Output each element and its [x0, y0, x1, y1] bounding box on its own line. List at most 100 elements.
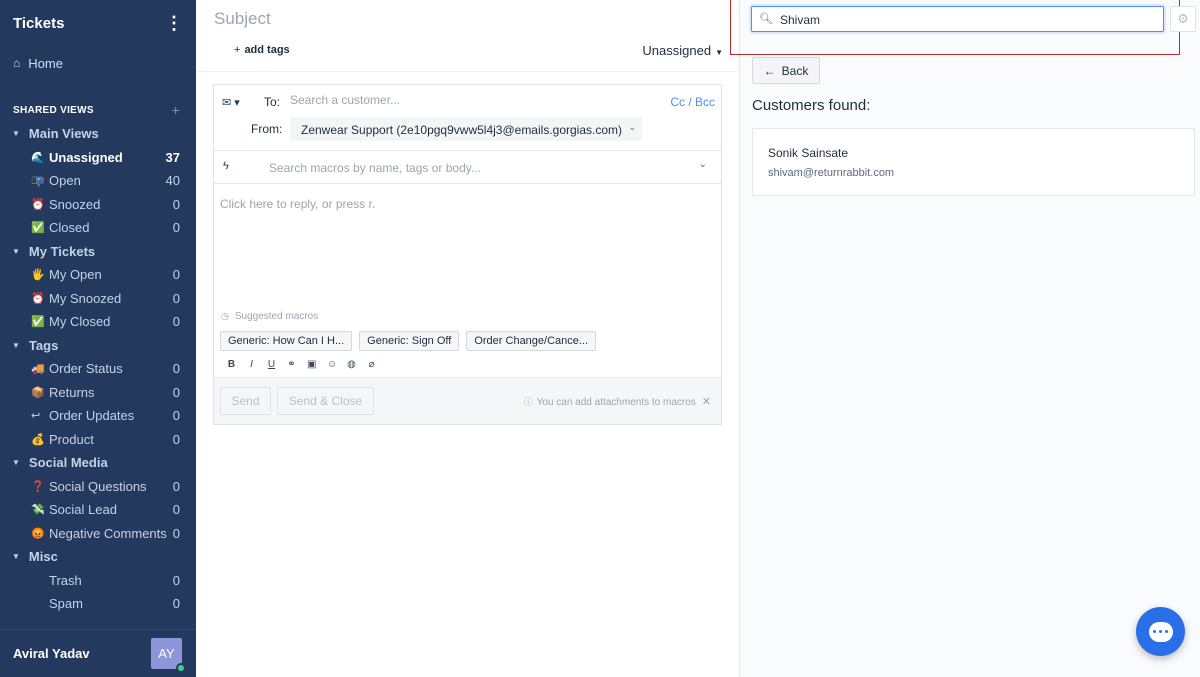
add-tags-label: add tags	[244, 44, 290, 56]
reply-body[interactable]: Click here to reply, or press r.	[220, 197, 375, 211]
cc-bcc-link[interactable]: Cc / Bcc	[670, 95, 715, 109]
close-icon[interactable]: ✕	[702, 396, 711, 408]
caret-down-icon: ▼	[12, 129, 20, 139]
sidebar-item-product[interactable]: 💰 Product 0	[0, 428, 196, 452]
sidebar-item-count: 37	[165, 149, 180, 165]
chevron-down-icon: ⌄	[628, 122, 636, 132]
more-options-icon[interactable]: ⋮	[165, 14, 183, 32]
view-emoji-icon: 💸	[31, 504, 45, 517]
macro-chip[interactable]: Order Change/Cance...	[466, 331, 597, 351]
sidebar-group[interactable]: ▼ Main Views	[0, 122, 196, 146]
gear-icon[interactable]: ⚙	[1170, 6, 1196, 32]
sidebar-item-count: 40	[165, 173, 180, 189]
view-emoji-icon: ⏰	[31, 292, 45, 305]
online-status-icon	[176, 663, 186, 673]
sidebar-item-returns[interactable]: 📦 Returns 0	[0, 381, 196, 405]
sidebar-item-count: 0	[172, 478, 180, 494]
sidebar-item-count: 0	[172, 220, 180, 236]
macro-search-input[interactable]: Search macros by name, tags or body...	[269, 161, 481, 175]
sidebar-group-label: Tags	[28, 337, 59, 353]
emoji-icon[interactable]: ☺	[327, 359, 337, 370]
sidebar-item-label: Trash	[49, 572, 82, 588]
sidebar-item-trash[interactable]: Trash 0	[0, 569, 196, 593]
user-name[interactable]: Aviral Yadav	[13, 646, 90, 661]
view-emoji-icon: 🚚	[31, 363, 45, 376]
sidebar-item-my-open[interactable]: 🖐 My Open 0	[0, 263, 196, 287]
macro-chip[interactable]: Generic: Sign Off	[359, 331, 460, 351]
sidebar-item-closed[interactable]: ✅ Closed 0	[0, 216, 196, 240]
avatar-initials: AY	[158, 646, 175, 661]
attachment-icon[interactable]: ⌀	[367, 359, 376, 370]
sidebar-item-count: 0	[172, 290, 180, 306]
view-emoji-icon: 😡	[31, 527, 45, 540]
sidebar-item-social-lead[interactable]: 💸 Social Lead 0	[0, 498, 196, 522]
sidebar-item-my-snoozed[interactable]: ⏰ My Snoozed 0	[0, 287, 196, 311]
sidebar-group-label: My Tickets	[28, 243, 96, 259]
sidebar-group[interactable]: ▼ My Tickets	[0, 240, 196, 264]
chat-widget-button[interactable]	[1136, 607, 1185, 656]
customer-search-input[interactable]: Search a customer...	[290, 93, 400, 107]
back-button[interactable]: ← Back	[752, 57, 820, 84]
sidebar-group[interactable]: ▼ Tags	[0, 334, 196, 358]
sidebar-item-label: Unassigned	[49, 149, 123, 165]
shared-views-header: SHARED VIEWS +	[0, 98, 196, 122]
customer-result-card[interactable]: Sonik Sainsate shivam@returnrabbit.com	[752, 128, 1195, 196]
sidebar-item-label: My Snoozed	[49, 290, 122, 306]
sidebar-item-order-status[interactable]: 🚚 Order Status 0	[0, 357, 196, 381]
link-icon[interactable]: ⚭	[287, 359, 296, 370]
sidebar-item-my-closed[interactable]: ✅ My Closed 0	[0, 310, 196, 334]
avatar[interactable]: AY	[151, 638, 186, 673]
clock-icon: ◷	[221, 311, 229, 321]
sidebar-item-order-updates[interactable]: ↩ Order Updates 0	[0, 404, 196, 428]
customer-panel: 🔍︎ Shivam ⚙ ← Back Customers found: Sonik…	[730, 0, 1200, 677]
view-emoji-icon: 📦	[31, 386, 45, 399]
add-tags-button[interactable]: + add tags	[234, 44, 290, 56]
sidebar-item-snoozed[interactable]: ⏰ Snoozed 0	[0, 193, 196, 217]
lightning-icon: ϟ	[223, 160, 229, 172]
sidebar-item-count: 0	[172, 596, 180, 612]
sidebar-item-label: Returns	[49, 384, 95, 400]
underline-icon[interactable]: U	[267, 359, 276, 370]
assignee-dropdown[interactable]: Unassigned ▼	[642, 43, 723, 58]
image-icon[interactable]: ▣	[307, 359, 316, 370]
from-row: From: Zenwear Support (2e10pgq9vww5l4j3@…	[214, 117, 721, 151]
italic-icon[interactable]: I	[247, 359, 256, 370]
sidebar-item-count: 0	[172, 384, 180, 400]
sidebar-item-label: Home	[28, 55, 63, 71]
info-icon: ⓘ	[523, 397, 533, 407]
channel-selector-icon[interactable]: ✉ ▾	[222, 96, 240, 109]
back-label: Back	[781, 63, 809, 78]
sidebar-item-label: Social Questions	[49, 478, 147, 494]
product-icon[interactable]: ◍	[347, 359, 356, 370]
bold-icon[interactable]: B	[227, 359, 236, 370]
from-select[interactable]: Zenwear Support (2e10pgq9vww5l4j3@emails…	[290, 117, 642, 141]
sidebar-item-spam[interactable]: Spam 0	[0, 592, 196, 616]
caret-down-icon: ▼	[12, 340, 20, 350]
customer-search-field[interactable]: 🔍︎ Shivam	[751, 6, 1164, 32]
macro-chip[interactable]: Generic: How Can I H...	[220, 331, 353, 351]
sidebar-group[interactable]: ▼ Social Media	[0, 451, 196, 475]
sidebar-item-social-questions[interactable]: ❓ Social Questions 0	[0, 475, 196, 499]
sidebar-group-label: Social Media	[28, 455, 108, 471]
view-emoji-icon: ⏰	[31, 198, 45, 211]
send-button[interactable]: Send	[220, 387, 271, 415]
sidebar-item-count: 0	[172, 525, 180, 541]
sidebar-item-label: My Open	[49, 267, 102, 283]
sidebar-item-home[interactable]: ⌂ Home	[0, 46, 196, 80]
to-row: ✉ ▾ To: Search a customer... Cc / Bcc	[214, 85, 721, 117]
subject-input[interactable]: Subject	[214, 9, 271, 29]
customer-search-value: Shivam	[780, 13, 821, 27]
sidebar-header: Tickets ⋮	[0, 0, 196, 46]
sidebar-item-label: Social Lead	[49, 502, 117, 518]
chevron-down-icon[interactable]: ⌄	[699, 159, 707, 170]
send-close-button[interactable]: Send & Close	[277, 387, 374, 415]
sidebar-item-count: 0	[172, 361, 180, 377]
sidebar-item-unassigned[interactable]: 🌊 Unassigned 37	[0, 146, 196, 170]
view-emoji-icon: 📭	[31, 175, 45, 188]
sidebar-group[interactable]: ▼ Misc	[0, 545, 196, 569]
caret-down-icon: ▼	[12, 246, 20, 256]
plus-icon: +	[234, 44, 241, 56]
sidebar-item-open[interactable]: 📭 Open 40	[0, 169, 196, 193]
sidebar-item-negative-comments[interactable]: 😡 Negative Comments 0	[0, 522, 196, 546]
add-view-icon[interactable]: +	[172, 102, 180, 118]
